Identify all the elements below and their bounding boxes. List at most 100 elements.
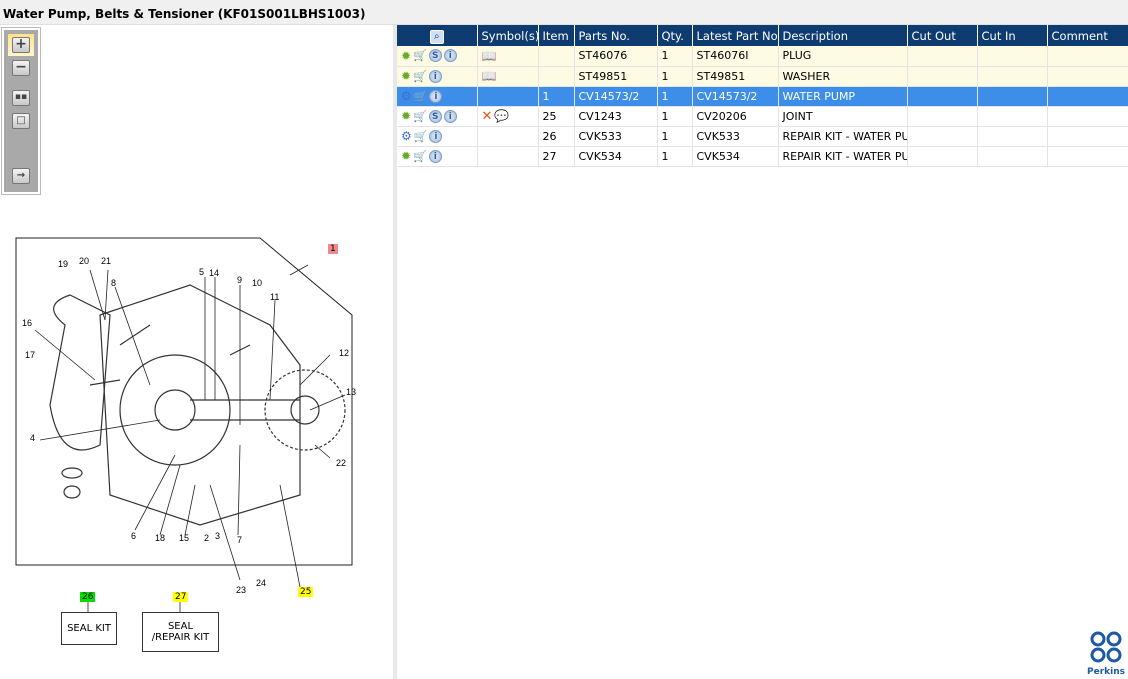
column-header[interactable]: Cut Out — [907, 25, 978, 46]
table-row[interactable]: ⚙ 🛒 i 26 CVK533 1 CVK533 REPAIR KIT - WATER PUM — [397, 126, 1128, 147]
info-icon[interactable]: i — [443, 49, 457, 63]
cutout-cell — [907, 86, 978, 107]
hotspot-1[interactable]: 1 — [328, 244, 338, 254]
supersession-icon[interactable]: S — [428, 49, 442, 63]
table-row[interactable]: ✹ 🛒 Si ✕ 💬 25 CV1243 1 CV20206 JOINT — [397, 106, 1128, 127]
column-header[interactable]: Symbol(s) — [477, 25, 539, 46]
callout-24: 24 — [256, 578, 267, 588]
qty-cell: 1 — [657, 126, 693, 147]
cart-icon[interactable]: 🛒 — [413, 70, 427, 83]
column-header[interactable]: Parts No. — [574, 25, 658, 46]
hotspot-27[interactable]: 27 — [173, 592, 189, 602]
desc-cell: REPAIR KIT - WATER PUM — [778, 126, 908, 147]
table-row[interactable]: ✹ 🛒 i 27 CVK534 1 CVK534 REPAIR KIT - WATER PUM — [397, 146, 1128, 167]
callout-17: 17 — [25, 350, 36, 360]
symbols-cell — [477, 146, 539, 167]
callout-18: 18 — [155, 533, 166, 543]
cutin-cell — [977, 86, 1048, 107]
callout-19: 19 — [58, 259, 69, 269]
table-row[interactable]: ✹ 🛒 Si 📖 ST46076 1 ST46076I PLUG — [397, 46, 1128, 67]
symbols-cell: 📖 — [477, 46, 539, 67]
qty-cell: 1 — [657, 86, 693, 107]
desc-cell: JOINT — [778, 106, 908, 127]
cutin-cell — [977, 46, 1048, 67]
part-cell: CVK534 — [574, 146, 658, 167]
info-icon[interactable]: i — [429, 89, 443, 103]
actions-cell: ⚙ 🛒 i — [397, 86, 478, 107]
cart-icon[interactable]: 🛒 — [414, 90, 428, 103]
callout-5: 5 — [199, 267, 205, 277]
column-header[interactable]: Qty. — [657, 25, 693, 46]
cart-icon[interactable]: 🛒 — [413, 49, 427, 62]
gear-icon[interactable]: ✹ — [401, 109, 411, 123]
cart-icon[interactable]: 🛒 — [413, 110, 427, 123]
item-cell: 1 — [538, 86, 575, 107]
column-header[interactable]: Cut In — [977, 25, 1048, 46]
hotspot-25[interactable]: 25 — [298, 587, 314, 597]
comment-cell — [1047, 146, 1128, 167]
callout-15: 15 — [179, 533, 190, 543]
gear-icon[interactable]: ✹ — [401, 149, 411, 163]
item-cell — [538, 46, 575, 67]
column-header[interactable]: Item — [538, 25, 575, 46]
column-header[interactable]: Comment — [1047, 25, 1128, 46]
info-icon[interactable]: i — [428, 69, 442, 83]
comment-cell — [1047, 86, 1128, 107]
part-cell: CVK533 — [574, 126, 658, 147]
callout-8: 8 — [111, 278, 117, 288]
info-icon[interactable]: i — [443, 109, 457, 123]
callout-16: 16 — [22, 318, 33, 328]
gear-icon[interactable]: ✹ — [401, 49, 411, 63]
part-cell: ST46076 — [574, 46, 658, 67]
gear-icon[interactable]: ✹ — [401, 69, 411, 83]
qty-cell: 1 — [657, 146, 693, 167]
callout-7: 7 — [237, 535, 243, 545]
parts-list-panel: ⌕ Symbol(s) Item Parts No. Qty. Latest Part N… — [397, 25, 1128, 679]
info-icon[interactable]: i — [428, 149, 442, 163]
part-cell: CV14573/2 — [574, 86, 658, 107]
hotspot-26[interactable]: 26 — [80, 592, 96, 602]
callout-2: 2 — [204, 533, 210, 543]
callout-14: 14 — [209, 268, 220, 278]
symbols-cell — [477, 126, 539, 147]
callout-6: 6 — [131, 531, 137, 541]
item-cell: 25 — [538, 106, 575, 127]
book-magnifier-icon[interactable]: 📖 — [482, 49, 497, 63]
cart-icon[interactable]: 🛒 — [413, 150, 427, 163]
info-icon[interactable]: i — [429, 129, 443, 143]
callout-21: 21 — [101, 256, 112, 266]
supersession-icon[interactable]: S — [428, 109, 442, 123]
book-magnifier-icon[interactable]: 📖 — [482, 69, 497, 83]
comment-cell — [1047, 126, 1128, 147]
item-cell: 27 — [538, 146, 575, 167]
qty-cell: 1 — [657, 66, 693, 87]
comment-cell — [1047, 46, 1128, 67]
callout-23: 23 — [236, 585, 247, 595]
callout-11: 11 — [270, 292, 280, 302]
part-cell: ST49851 — [574, 66, 658, 87]
callout-10: 10 — [252, 278, 263, 288]
cart-icon[interactable]: 🛒 — [414, 130, 428, 143]
cross-icon[interactable]: ✕ — [482, 109, 493, 124]
header-search-column[interactable]: ⌕ — [397, 25, 478, 46]
desc-cell: WATER PUMP — [778, 86, 908, 107]
cutout-cell — [907, 146, 978, 167]
latest-cell: ST46076I — [692, 46, 779, 67]
table-row[interactable]: ✹ 🛒 i 📖 ST49851 1 ST49851 WASHER — [397, 66, 1128, 87]
desc-cell: PLUG — [778, 46, 908, 67]
symbols-cell: ✕ 💬 — [477, 106, 539, 127]
latest-cell: CV14573/2 — [692, 86, 779, 107]
table-row[interactable]: ⚙ 🛒 i 1 CV14573/2 1 CV14573/2 WATER PUMP — [397, 86, 1128, 107]
latest-cell: CVK533 — [692, 126, 779, 147]
column-header[interactable]: Latest Part No. — [692, 25, 779, 46]
page-title: Water Pump, Belts & Tensioner (KF01S001L… — [3, 7, 366, 21]
item-cell — [538, 66, 575, 87]
callout-4: 4 — [30, 433, 36, 443]
actions-cell: ✹ 🛒 i — [397, 146, 478, 167]
perkins-logo: Perkins — [1084, 630, 1128, 677]
gears-icon[interactable]: ⚙ — [401, 89, 412, 103]
column-header[interactable]: Description — [778, 25, 908, 46]
latest-cell: ST49851 — [692, 66, 779, 87]
comment-icon[interactable]: 💬 — [494, 109, 509, 123]
gears-icon[interactable]: ⚙ — [401, 129, 412, 143]
